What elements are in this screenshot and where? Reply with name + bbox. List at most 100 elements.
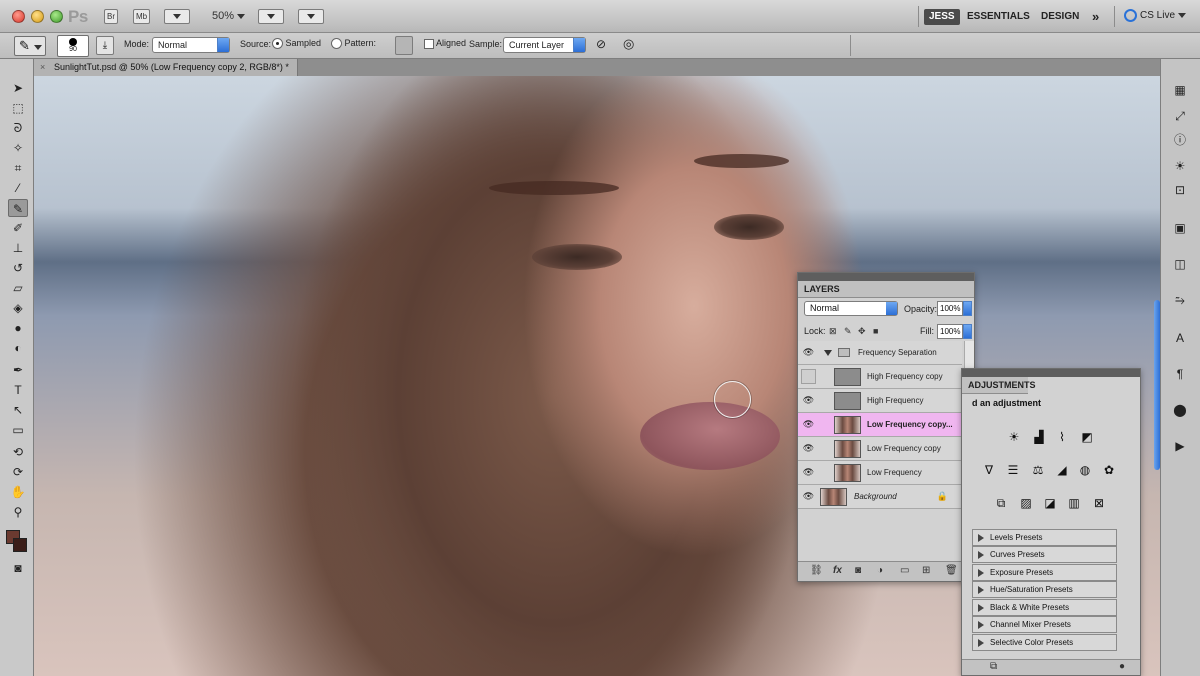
opacity-slider-button[interactable] xyxy=(963,301,972,316)
tool-preset-picker[interactable]: ✎ xyxy=(14,36,46,56)
disclosure-triangle-icon[interactable] xyxy=(824,350,832,356)
fill-field[interactable]: 100% xyxy=(937,324,963,339)
lock-position-icon[interactable]: ✥ xyxy=(858,326,866,337)
zoom-window-button[interactable] xyxy=(50,10,63,23)
zoom-tool-icon[interactable]: ⚲ xyxy=(8,503,28,521)
selective-color-icon[interactable]: ⊠ xyxy=(1090,495,1108,511)
panel-grip[interactable] xyxy=(798,273,974,281)
dodge-tool-icon[interactable]: ◐ xyxy=(8,339,28,357)
close-window-button[interactable] xyxy=(12,10,25,23)
more-workspaces-button[interactable]: » xyxy=(1092,9,1099,25)
healing-brush-tool-icon[interactable]: ✎ xyxy=(8,199,28,217)
workspace-design[interactable]: DESIGN xyxy=(1041,9,1079,25)
move-tool-icon[interactable]: ➤ xyxy=(8,79,28,97)
pen-tool-icon[interactable]: ✒ xyxy=(8,361,28,379)
pattern-radio[interactable]: Pattern: xyxy=(331,38,376,50)
masks-icon[interactable]: ⊡ xyxy=(1170,181,1190,199)
marquee-tool-icon[interactable]: ⬚ xyxy=(8,99,28,117)
eye-icon[interactable]: 👁 xyxy=(801,466,816,479)
lock-pixels-icon[interactable]: ✎ xyxy=(844,326,852,337)
lock-transparency-icon[interactable]: ⊠ xyxy=(829,326,837,337)
layer-row-background[interactable]: 👁 Background 🔒 xyxy=(798,485,962,509)
layer-row-low-frequency-copy-2[interactable]: 👁 Low Frequency copy... xyxy=(798,413,962,437)
3d-rotate-tool-icon[interactable]: ⟲ xyxy=(8,443,28,461)
fill-slider-button[interactable] xyxy=(963,324,972,339)
preset-exposure[interactable]: Exposure Presets xyxy=(972,564,1117,581)
preset-channel-mixer[interactable]: Channel Mixer Presets xyxy=(972,616,1117,633)
shape-tool-icon[interactable]: ▭ xyxy=(8,421,28,439)
zoom-level[interactable]: 50% xyxy=(212,10,246,22)
paths-icon[interactable]: ⥲ xyxy=(1170,291,1190,309)
character-icon[interactable]: A xyxy=(1170,329,1190,347)
new-group-icon[interactable]: ▭ xyxy=(900,565,909,576)
adjustment-layer-icon[interactable]: ◑ xyxy=(877,565,883,576)
swatches-icon[interactable]: ◫ xyxy=(1170,255,1190,273)
workspace-essentials[interactable]: ESSENTIALS xyxy=(967,9,1030,25)
vibrance-icon[interactable]: ∇ xyxy=(980,462,998,478)
adjustments-icon[interactable]: ☀ xyxy=(1170,157,1190,175)
blend-mode-select[interactable]: Normal xyxy=(804,301,898,316)
pressure-size-icon[interactable]: ◎ xyxy=(623,36,634,52)
layer-row-low-frequency[interactable]: 👁 Low Frequency xyxy=(798,461,962,485)
layer-row-frequency-separation[interactable]: 👁 Frequency Separation xyxy=(798,341,962,365)
bridge-button[interactable]: Br xyxy=(104,9,118,24)
mode-select[interactable]: Normal xyxy=(152,37,230,53)
hand-tool-icon[interactable]: ✋ xyxy=(8,483,28,501)
layer-style-icon[interactable]: fx xyxy=(833,565,842,576)
pattern-picker[interactable] xyxy=(395,36,413,55)
mini-bridge-icon[interactable]: ▣ xyxy=(1170,219,1190,237)
path-selection-tool-icon[interactable]: ↖ xyxy=(8,401,28,419)
gradient-map-icon[interactable]: ▥ xyxy=(1065,495,1083,511)
sampled-radio[interactable]: Sampled xyxy=(272,38,321,50)
toggle-visibility-icon[interactable]: ● xyxy=(1119,661,1125,672)
history-brush-tool-icon[interactable]: ↺ xyxy=(8,259,28,277)
quick-mask-icon[interactable]: ◙ xyxy=(8,559,28,577)
eye-icon[interactable]: 👁 xyxy=(801,394,816,407)
cs-live-button[interactable]: CS Live xyxy=(1124,9,1186,22)
exposure-icon[interactable]: ◩ xyxy=(1078,429,1096,445)
info-icon[interactable]: ⓘ xyxy=(1170,131,1190,149)
eraser-tool-icon[interactable]: ▱ xyxy=(8,279,28,297)
histogram-icon[interactable]: ▦ xyxy=(1170,81,1190,99)
preset-black-white[interactable]: Black & White Presets xyxy=(972,599,1117,616)
view-extras-button[interactable] xyxy=(164,9,190,24)
preset-curves[interactable]: Curves Presets xyxy=(972,546,1117,563)
opacity-field[interactable]: 100% xyxy=(937,301,963,316)
panel-grip[interactable] xyxy=(962,369,1140,377)
ignore-adjustment-layers-icon[interactable]: ⊘ xyxy=(596,37,606,51)
3d-orbit-tool-icon[interactable]: ⟳ xyxy=(8,463,28,481)
posterize-icon[interactable]: ▨ xyxy=(1017,495,1035,511)
color-balance-icon[interactable]: ⚖ xyxy=(1029,462,1047,478)
hue-saturation-icon[interactable]: ☰ xyxy=(1004,462,1022,478)
clone-source-panel-button[interactable]: ⤓ xyxy=(96,36,114,55)
black-white-icon[interactable]: ◢ xyxy=(1053,462,1071,478)
arrange-documents-button[interactable] xyxy=(258,9,284,24)
paint-bucket-tool-icon[interactable]: ◈ xyxy=(8,299,28,317)
clone-stamp-tool-icon[interactable]: ⊥ xyxy=(8,239,28,257)
lock-all-icon[interactable]: ■ xyxy=(873,326,878,336)
brightness-contrast-icon[interactable]: ☀ xyxy=(1005,429,1023,445)
workspace-jess[interactable]: JESS xyxy=(924,9,960,25)
background-color-swatch[interactable] xyxy=(13,538,27,552)
blur-tool-icon[interactable]: ● xyxy=(8,319,28,337)
eye-icon[interactable]: 👁 xyxy=(801,490,816,503)
threshold-icon[interactable]: ◪ xyxy=(1041,495,1059,511)
channel-mixer-icon[interactable]: ✿ xyxy=(1100,462,1118,478)
preset-hue-saturation[interactable]: Hue/Saturation Presets xyxy=(972,581,1117,598)
photo-filter-icon[interactable]: ◍ xyxy=(1076,462,1094,478)
layer-row-high-frequency[interactable]: 👁 High Frequency xyxy=(798,389,962,413)
aligned-checkbox[interactable]: Aligned xyxy=(424,38,466,49)
quick-selection-tool-icon[interactable]: ✧ xyxy=(8,139,28,157)
delete-layer-icon[interactable]: 🗑 xyxy=(945,565,958,576)
eye-icon[interactable]: 👁 xyxy=(801,442,816,455)
crop-tool-icon[interactable]: ⌗ xyxy=(8,159,28,177)
curves-icon[interactable]: ⌇ xyxy=(1053,429,1071,445)
layers-tab[interactable]: LAYERS xyxy=(798,281,974,298)
screen-mode-button[interactable] xyxy=(298,9,324,24)
eyedropper-tool-icon[interactable]: ⁄ xyxy=(8,179,28,197)
eye-icon[interactable]: 👁 xyxy=(801,346,816,359)
lasso-tool-icon[interactable]: ᘐ xyxy=(8,119,28,137)
layer-row-low-frequency-copy[interactable]: 👁 Low Frequency copy xyxy=(798,437,962,461)
minibridge-button[interactable]: Mb xyxy=(133,9,150,24)
clone-source-icon[interactable]: ▶ xyxy=(1170,437,1190,455)
